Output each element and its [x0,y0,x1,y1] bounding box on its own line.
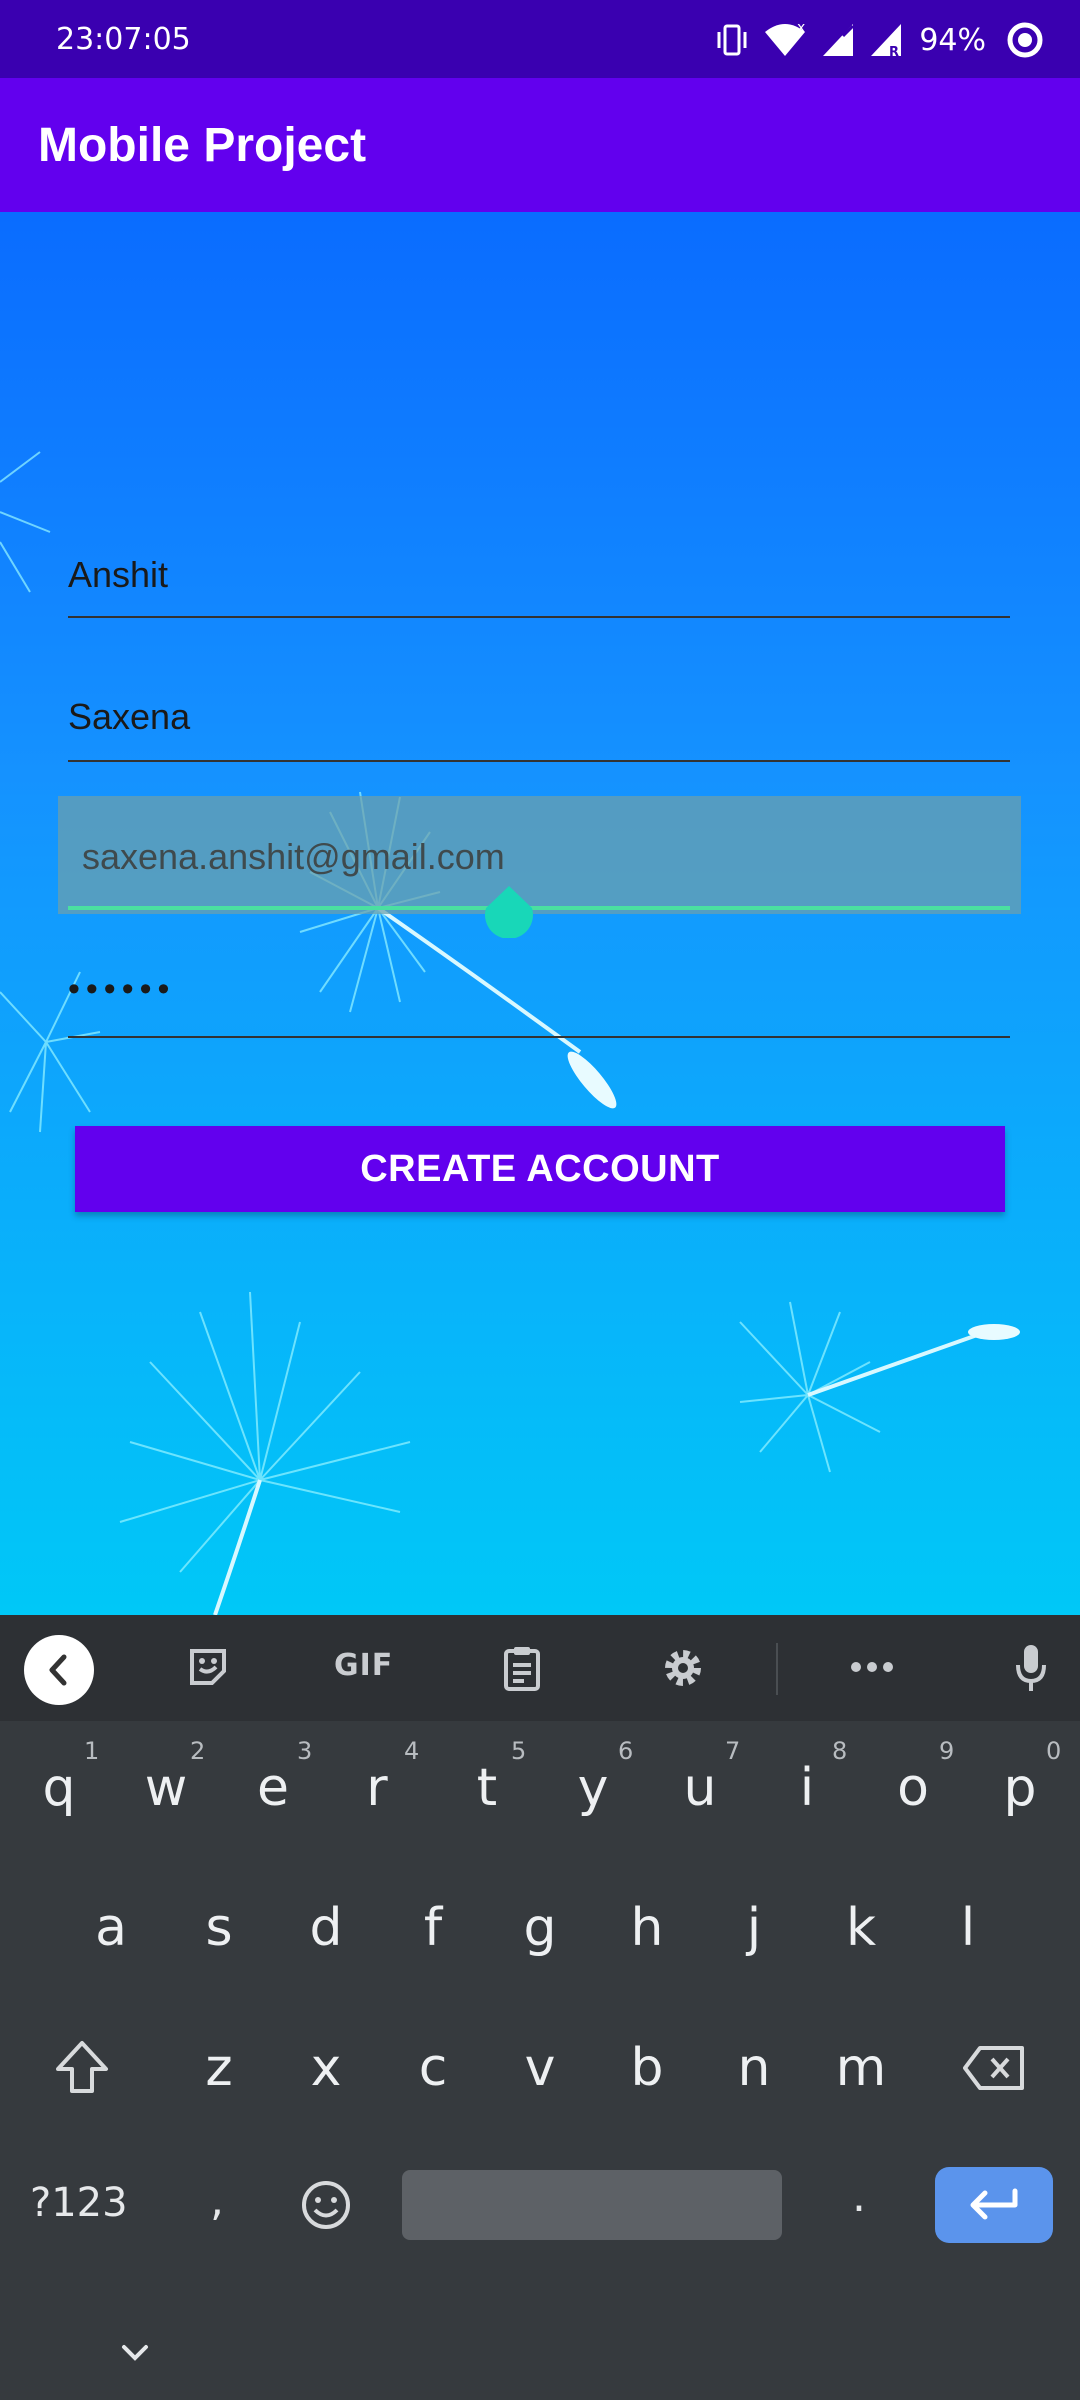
last-name-field[interactable]: Saxena [68,684,1010,764]
key-x[interactable]: x [281,2013,371,2123]
enter-icon [970,2188,1018,2220]
signal-icon [823,24,855,56]
last-name-underline [68,760,1010,762]
comma-key[interactable]: , [210,2175,224,2226]
key-g[interactable]: g [495,1873,585,1983]
app-bar: Mobile Project [0,78,1080,212]
email-underline [68,906,1010,910]
svg-text:R: R [889,45,899,58]
hint-1: 1 [84,1737,100,1765]
key-s[interactable]: s [174,1873,264,1983]
enter-key[interactable] [935,2167,1053,2243]
gif-button[interactable]: GIF [334,1648,393,1683]
first-name-underline [68,616,1010,618]
key-n[interactable]: n [709,2013,799,2123]
period-key[interactable]: . [852,2171,866,2222]
key-f[interactable]: f [388,1873,478,1983]
clipboard-icon[interactable] [502,1645,542,1691]
create-account-button[interactable]: CREATE ACCOUNT [75,1126,1005,1212]
hint-3: 3 [297,1737,313,1765]
key-v[interactable]: v [495,2013,585,2123]
password-underline [68,1036,1010,1038]
key-l[interactable]: l [923,1873,1013,1983]
key-m[interactable]: m [816,2013,906,2123]
key-z[interactable]: z [174,2013,264,2123]
key-a[interactable]: a [66,1873,156,1983]
signal-roaming-icon: R [871,24,902,58]
hint-0: 0 [1046,1737,1062,1765]
create-account-form: Anshit Saxena saxena.anshit@gmail.com ••… [0,212,1080,1615]
shift-icon[interactable] [54,2039,110,2095]
hint-9: 9 [939,1737,955,1765]
password-value: •••••• [68,970,176,1008]
hide-keyboard-icon[interactable] [120,2343,150,2363]
app-title: Mobile Project [38,119,367,172]
email-value: saxena.anshit@gmail.com [82,836,505,877]
sticker-icon[interactable] [186,1645,230,1689]
key-j[interactable]: j [709,1873,799,1983]
space-key[interactable] [402,2170,782,2240]
keyboard: GIF q w e r t y u i o p 1 2 3 4 5 6 7 8 … [0,1615,1080,2400]
hint-5: 5 [511,1737,527,1765]
hint-8: 8 [832,1737,848,1765]
wifi-icon: x [765,22,806,56]
key-b[interactable]: b [602,2013,692,2123]
keyboard-toolbar: GIF [0,1615,1080,1721]
hint-4: 4 [404,1737,420,1765]
last-name-value: Saxena [68,696,191,737]
emoji-icon[interactable] [300,2179,352,2231]
symbols-key[interactable]: ?123 [30,2180,128,2226]
status-time: 23:07:05 [56,22,191,57]
email-field[interactable]: saxena.anshit@gmail.com [68,826,1010,910]
hint-2: 2 [190,1737,206,1765]
password-field[interactable]: •••••• [68,958,1010,1038]
first-name-value: Anshit [68,554,169,595]
mic-icon[interactable] [1014,1643,1048,1693]
back-icon[interactable] [24,1635,94,1705]
hint-7: 7 [725,1737,741,1765]
key-c[interactable]: c [388,2013,478,2123]
key-d[interactable]: d [281,1873,371,1983]
status-icons: x R 94% [715,18,1044,62]
more-icon[interactable] [850,1661,894,1673]
hint-6: 6 [618,1737,634,1765]
key-k[interactable]: k [816,1873,906,1983]
vibrate-icon [717,24,747,56]
first-name-field[interactable]: Anshit [68,542,1010,622]
key-h[interactable]: h [602,1873,692,1983]
backspace-icon[interactable] [962,2045,1026,2091]
record-icon [1007,22,1043,58]
status-bar: 23:07:05 x R 94% [0,0,1080,78]
svg-text:x: x [797,22,805,36]
text-cursor-handle[interactable] [484,886,534,938]
battery-level: 94% [919,22,986,58]
settings-icon[interactable] [660,1645,706,1691]
toolbar-divider [776,1643,778,1695]
